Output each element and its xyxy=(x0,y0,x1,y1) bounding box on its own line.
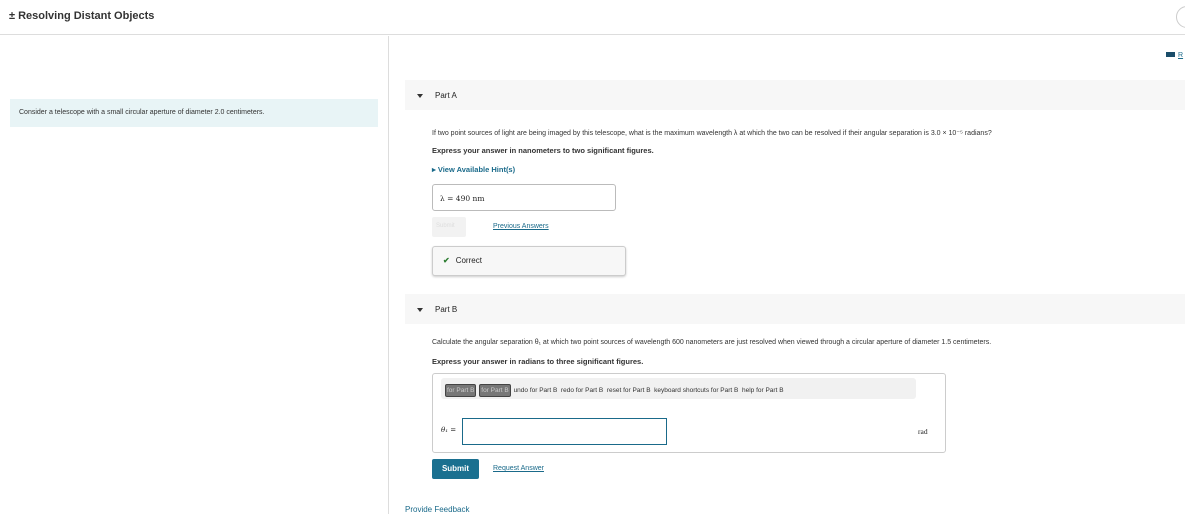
part-a-instruction: Express your answer in nanometers to two… xyxy=(432,146,654,155)
part-b-question: Calculate the angular separation θ₁ at w… xyxy=(432,339,992,346)
resources-icon xyxy=(1166,52,1175,57)
page-title: ± Resolving Distant Objects xyxy=(9,10,155,22)
problem-intro: Consider a telescope with a small circul… xyxy=(10,99,378,127)
provide-feedback-link[interactable]: Provide Feedback xyxy=(405,505,469,514)
templates-button[interactable]: for Part B xyxy=(445,384,477,397)
caret-down-icon xyxy=(417,307,423,312)
resources-link[interactable]: R xyxy=(1166,52,1183,59)
caret-down-icon xyxy=(417,93,423,98)
request-answer-link[interactable]: Request Answer xyxy=(493,465,544,472)
vector-button[interactable]: for Part B xyxy=(479,384,511,397)
redo-button[interactable]: redo for Part B xyxy=(561,387,603,394)
pane-divider[interactable] xyxy=(388,36,389,514)
part-a-header[interactable]: Part A xyxy=(405,80,1185,110)
status-label: Correct xyxy=(455,256,482,265)
variable-label: θ₁ = xyxy=(441,426,457,434)
part-b-label: Part B xyxy=(435,305,458,314)
keyboard-shortcuts-button[interactable]: keyboard shortcuts for Part B xyxy=(654,387,738,394)
correct-feedback: ✔ Correct xyxy=(432,246,626,276)
undo-button[interactable]: undo for Part B xyxy=(514,387,558,394)
resources-label: R xyxy=(1178,52,1184,59)
part-a-question: If two point sources of light are being … xyxy=(432,130,992,137)
hints-toggle[interactable]: ▸ View Available Hint(s) xyxy=(432,165,515,174)
part-a-label: Part A xyxy=(435,91,457,100)
unit-label: rad xyxy=(918,427,928,436)
theta-input[interactable] xyxy=(462,418,667,445)
help-button[interactable]: help for Part B xyxy=(742,387,784,394)
part-b-submit-button[interactable]: Submit xyxy=(432,459,479,479)
previous-answers-link[interactable]: Previous Answers xyxy=(493,223,549,230)
part-b-instruction: Express your answer in radians to three … xyxy=(432,357,644,366)
hints-label: View Available Hint(s) xyxy=(437,165,516,174)
part-b-header[interactable]: Part B xyxy=(405,294,1185,324)
math-toolbar: for Part B for Part B undo for Part B re… xyxy=(441,378,916,399)
check-icon: ✔ xyxy=(443,256,450,265)
reset-button[interactable]: reset for Part B xyxy=(607,387,651,394)
top-bar xyxy=(0,0,1185,35)
part-a-answer: λ = 490 nm xyxy=(432,184,616,211)
part-a-submit-button[interactable]: Submit xyxy=(432,217,466,237)
